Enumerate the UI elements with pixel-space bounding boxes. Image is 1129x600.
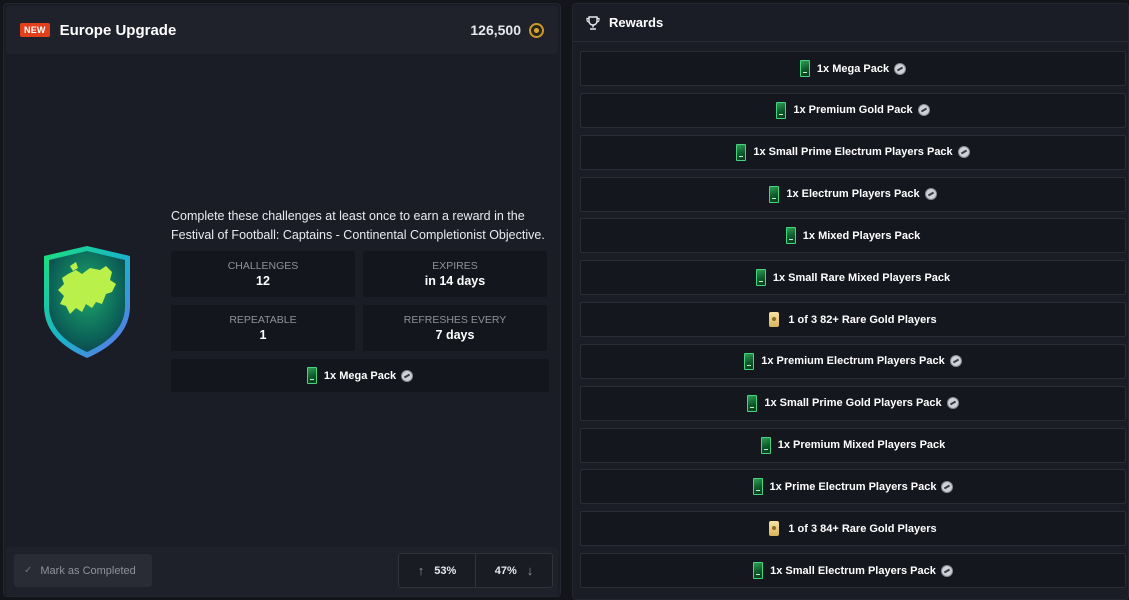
stat-repeatable: REPEATABLE 1 [171,305,355,351]
trophy-icon [586,15,600,30]
stat-expires: EXPIRES in 14 days [363,251,547,297]
stat-challenges: CHALLENGES 12 [171,251,355,297]
reward-label: 1 of 3 82+ Rare Gold Players [788,313,937,326]
upvote-button[interactable]: ↑ 53% [399,554,475,587]
pack-icon [785,227,796,245]
reward-item: 1x Mega Pack [580,51,1126,86]
arrow-down-icon: ↓ [526,563,534,578]
player-icon [769,521,780,537]
stat-value: 1 [259,328,267,342]
reward-label: 1x Premium Mixed Players Pack [777,439,946,452]
main-reward: 1x Mega Pack [171,359,549,392]
reward-label: 1x Prime Electrum Players Pack [769,480,937,493]
untradeable-icon [894,62,907,75]
pack-icon [769,185,780,203]
stat-value: 12 [256,274,270,288]
reward-label: 1x Mixed Players Pack [802,229,921,242]
rewards-title: Rewards [609,15,664,30]
reward-item: 1x Small Rare Mixed Players Pack [580,260,1126,296]
reward-label: 1x Small Prime Electrum Players Pack [753,146,953,159]
main-reward-label: 1x Mega Pack [323,369,397,382]
price-value: 126,500 [470,22,521,38]
upvote-percent: 53% [434,564,457,577]
reward-item: 1x Premium Electrum Players Pack [580,343,1126,379]
reward-item: 1x Premium Gold Pack [580,92,1126,128]
rewards-header: Rewards [573,4,1128,42]
player-icon [769,312,780,328]
challenge-header: NEW Europe Upgrade 126,500 [6,6,558,54]
reward-label: 1x Small Electrum Players Pack [770,564,936,577]
untradeable-icon [949,355,962,368]
stat-label: CHALLENGES [227,260,299,272]
pack-icon [747,394,758,412]
challenge-panel: NEW Europe Upgrade 126,500 Complete thes… [3,3,561,597]
pack-icon [306,367,317,384]
stat-refreshes: REFRESHES EVERY 7 days [363,305,547,351]
reward-item: 1x Electrum Players Pack [580,176,1126,212]
pack-icon [752,478,763,496]
untradeable-icon [940,564,953,577]
untradeable-icon [917,104,930,117]
stat-label: EXPIRES [432,260,478,272]
reward-label: 1x Mega Pack [816,62,890,75]
pack-icon [753,562,764,580]
reward-label: 1x Electrum Players Pack [786,188,920,201]
pack-icon [744,352,755,370]
reward-label: 1x Premium Electrum Players Pack [761,355,945,368]
reward-item: 1x Small Electrum Players Pack [580,553,1126,589]
stat-value: 7 days [435,328,475,342]
reward-label: 1 of 3 84+ Rare Gold Players [788,522,937,535]
reward-item: 1x Small Prime Electrum Players Pack [580,134,1126,170]
reward-item: 1 of 3 82+ Rare Gold Players [580,302,1126,338]
untradeable-icon [946,397,959,410]
reward-list: 1x Mega Pack 1x Premium Gold Pack 1x Sma… [580,51,1126,595]
stat-label: REPEATABLE [229,314,297,326]
pack-icon [736,143,747,161]
challenge-description: Complete these challenges at least once … [171,209,545,242]
downvote-percent: 47% [494,564,517,577]
mark-completed-label: Mark as Completed [40,564,136,577]
reward-label: 1x Premium Gold Pack [793,104,913,117]
check-icon: ✓ [24,565,33,576]
europe-badge-icon [44,246,130,358]
pack-icon [755,269,766,287]
untradeable-icon [401,369,414,382]
page-title: Europe Upgrade [59,21,177,39]
untradeable-icon [957,146,970,159]
new-badge: NEW [20,23,50,37]
rewards-panel: Rewards 1x Mega Pack 1x Premium Gold Pac… [572,3,1129,600]
coin-icon [529,22,544,38]
downvote-button[interactable]: 47% ↓ [475,554,552,587]
pack-icon [760,436,771,454]
untradeable-icon [924,188,937,201]
vote-box: ↑ 53% 47% ↓ [398,553,553,588]
pack-icon [799,60,810,77]
reward-item: 1x Small Prime Gold Players Pack [580,385,1126,421]
challenge-footer: ✓ Mark as Completed ↑ 53% 47% ↓ [6,547,558,596]
reward-item: 1x Prime Electrum Players Pack [580,469,1126,505]
reward-label: 1x Small Prime Gold Players Pack [764,397,942,410]
price-display: 126,500 [470,22,544,38]
mark-completed-button[interactable]: ✓ Mark as Completed [14,554,152,587]
pack-icon [776,101,787,119]
reward-item: 1x Mixed Players Pack [580,218,1126,254]
stat-value: in 14 days [424,274,486,288]
stat-label: REFRESHES EVERY [403,314,507,326]
arrow-up-icon: ↑ [417,563,425,578]
reward-item: 1 of 3 84+ Rare Gold Players [580,511,1126,547]
untradeable-icon [941,480,954,493]
reward-label: 1x Small Rare Mixed Players Pack [772,271,951,284]
reward-item: 1x Premium Mixed Players Pack [580,427,1126,463]
